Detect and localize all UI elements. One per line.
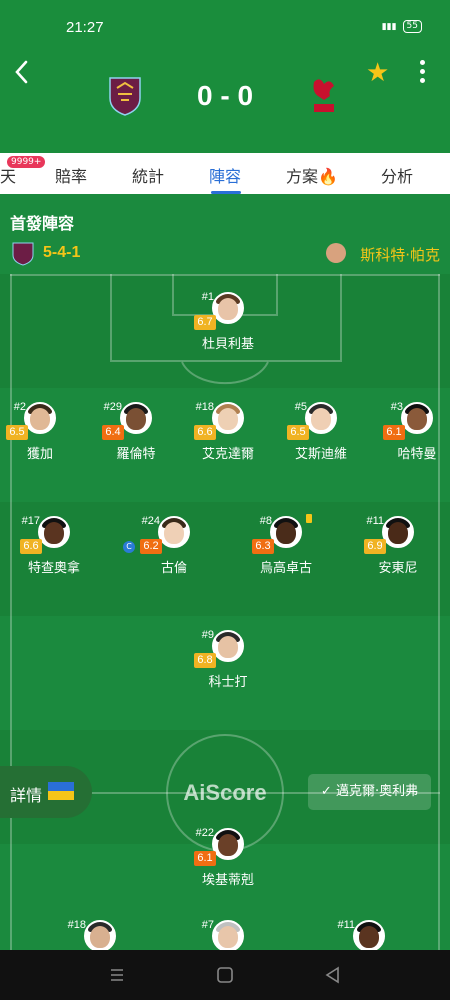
player-number: #18: [195, 401, 214, 413]
player-number: #7: [201, 919, 214, 931]
player-number: #2: [13, 401, 26, 413]
player-name: 烏高卓古: [259, 561, 312, 576]
referee-button[interactable]: ✓ 邁克爾·奧利弗: [308, 774, 431, 810]
player-avatar: [38, 516, 70, 548]
player-avatar: [212, 402, 244, 434]
battery-icon: 55: [402, 20, 422, 33]
player-number: #18: [67, 919, 86, 931]
player-number: #9: [201, 629, 214, 641]
player-avatar: [353, 920, 385, 950]
player-number: #8: [259, 515, 272, 527]
home-icon[interactable]: [214, 964, 236, 986]
away-team-logo[interactable]: [306, 76, 340, 116]
signal-icon: ▮▮▮: [381, 21, 397, 32]
team-badge-small-icon: [12, 242, 34, 266]
tab-lineup[interactable]: 陣容: [209, 163, 241, 187]
tab-analysis[interactable]: 分析: [381, 163, 413, 187]
match-header: 21:27 ▮▮▮ 55 0 - 0 ★: [0, 0, 450, 153]
player-card[interactable]: #11 6.9 安東尼: [338, 515, 450, 596]
menu-icon[interactable]: [106, 964, 128, 986]
fire-icon: 🔥: [318, 167, 338, 186]
player-name: 哈特曼: [397, 447, 437, 462]
notification-badge: 9999+: [7, 156, 46, 168]
back-icon[interactable]: [322, 964, 344, 986]
lineup-title: 首發陣容: [10, 214, 75, 233]
player-rating: 6.6: [194, 425, 216, 440]
player-card[interactable]: #11: [309, 919, 429, 950]
tab-plans-label: 方案: [286, 167, 319, 186]
player-number: #3: [390, 401, 403, 413]
coach-avatar: [326, 243, 346, 263]
player-card[interactable]: #9 6.8 科士打: [168, 629, 288, 710]
player-rating: 6.4: [102, 425, 124, 440]
player-rating: 6.5: [287, 425, 309, 440]
player-avatar: [158, 516, 190, 548]
player-number: #22: [195, 827, 214, 839]
player-card[interactable]: #17 6.6 特查奧拿: [0, 515, 114, 596]
favorite-star-icon[interactable]: ★: [366, 58, 389, 88]
formation-label: 5-4-1: [43, 244, 81, 261]
player-name: 杜貝利基: [201, 337, 254, 352]
player-name: 安東尼: [378, 561, 418, 576]
player-avatar: [212, 292, 244, 324]
tab-stats[interactable]: 統計: [132, 163, 164, 187]
player-rating: 6.6: [20, 539, 42, 554]
player-card[interactable]: #18: [40, 919, 160, 950]
player-avatar: [212, 828, 244, 860]
more-options-icon[interactable]: [414, 60, 430, 86]
player-card[interactable]: #3 6.1 哈特曼: [357, 401, 450, 482]
player-avatar: [270, 516, 302, 548]
player-avatar: [212, 630, 244, 662]
whistle-icon: ✓: [320, 784, 332, 799]
player-number: #24: [141, 515, 160, 527]
system-nav-bar: [0, 950, 450, 1000]
player-rating: 6.1: [383, 425, 405, 440]
player-card[interactable]: #22 6.1 埃基蒂剋: [168, 827, 288, 908]
player-avatar: [305, 402, 337, 434]
coach-name[interactable]: 斯科特·帕克: [360, 244, 440, 265]
tab-bar: 天 賠率 統計 陣容 方案🔥 分析: [0, 153, 450, 194]
player-name: 科士打: [208, 675, 248, 690]
player-card[interactable]: #8 6.3 烏高卓古: [226, 514, 346, 596]
tab-plans[interactable]: 方案🔥: [286, 163, 338, 187]
player-number: #11: [366, 515, 384, 527]
player-avatar: [212, 920, 244, 950]
player-card[interactable]: #1 6.7 杜貝利基: [168, 291, 288, 372]
player-name: 埃基蒂剋: [201, 873, 254, 888]
lineup-pitch: 首發陣容 5-4-1 斯科特·帕克 #1 6.7 杜貝利基 #2 6.5 獲加 …: [0, 194, 450, 950]
player-rating: 6.5: [6, 425, 28, 440]
tab-odds[interactable]: 賠率: [55, 163, 87, 187]
referee-name: 邁克爾·奧利弗: [335, 784, 419, 799]
player-number: #17: [21, 515, 40, 527]
player-avatar: [120, 402, 152, 434]
player-avatar: [24, 402, 56, 434]
player-card[interactable]: #24 C 6.2 古倫: [114, 515, 234, 596]
player-avatar: [84, 920, 116, 950]
status-icons: ▮▮▮ 55: [382, 20, 422, 33]
player-rating: 6.8: [194, 653, 216, 668]
captain-badge-icon: C: [123, 541, 135, 553]
player-avatar: [382, 516, 414, 548]
player-rating: 6.2: [140, 539, 162, 554]
player-name: 特查奧拿: [27, 561, 80, 576]
player-rating: 6.3: [252, 539, 274, 554]
player-number: #1: [201, 291, 214, 303]
player-avatar: [401, 402, 433, 434]
player-rating: 6.1: [194, 851, 216, 866]
player-card[interactable]: #7: [168, 919, 288, 950]
player-rating: 6.7: [194, 315, 216, 330]
yellow-card-icon: [306, 514, 312, 523]
player-number: #11: [337, 919, 355, 931]
player-number: #5: [294, 401, 307, 413]
player-number: #29: [103, 401, 122, 413]
player-rating: 6.9: [364, 539, 386, 554]
status-time: 21:27: [66, 19, 104, 36]
player-name: 古倫: [160, 561, 187, 576]
